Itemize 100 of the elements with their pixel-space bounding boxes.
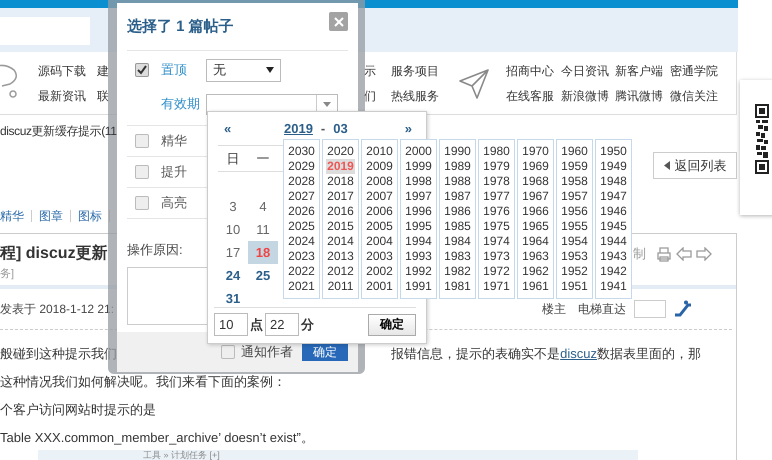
nav-link[interactable]: 招商中心 xyxy=(506,59,561,84)
year-option[interactable]: 1954 xyxy=(560,234,589,249)
year-option[interactable]: 2029 xyxy=(287,159,316,174)
year-option[interactable]: 2013 xyxy=(326,249,355,264)
year-option[interactable]: 1967 xyxy=(521,189,550,204)
year-option[interactable]: 2016 xyxy=(326,204,355,219)
post-filter-link[interactable]: 精华 xyxy=(0,208,31,224)
year-option[interactable]: 1948 xyxy=(599,174,628,189)
nav-link[interactable]: 热线服务 xyxy=(391,84,458,109)
previous-month-link[interactable]: « xyxy=(224,121,284,136)
year-option[interactable]: 2009 xyxy=(365,159,394,174)
checkbox[interactable] xyxy=(135,165,149,179)
checkbox[interactable] xyxy=(135,134,149,148)
year-option[interactable]: 1981 xyxy=(443,279,472,294)
confirm-time-button[interactable]: 确定 xyxy=(368,314,416,336)
year-option[interactable]: 2004 xyxy=(365,234,394,249)
hour-field[interactable]: 10 xyxy=(214,313,248,336)
nav-link[interactable]: 密通学院 xyxy=(670,59,725,84)
nav-link[interactable]: 服务项目 xyxy=(391,59,458,84)
year-option[interactable]: 1941 xyxy=(599,279,628,294)
year-option[interactable]: 2014 xyxy=(326,234,355,249)
year-option[interactable]: 1992 xyxy=(404,264,433,279)
year-option[interactable]: 2011 xyxy=(326,279,354,294)
nav-link[interactable]: 示 xyxy=(364,59,391,84)
year-option[interactable]: 1986 xyxy=(443,204,472,219)
year-option[interactable]: 2007 xyxy=(365,189,394,204)
year-option[interactable]: 1968 xyxy=(521,174,550,189)
year-option[interactable]: 1956 xyxy=(560,204,589,219)
year-option[interactable]: 1973 xyxy=(482,249,511,264)
search-field[interactable] xyxy=(0,17,90,45)
year-option[interactable]: 1950 xyxy=(599,144,628,159)
year-option[interactable]: 1983 xyxy=(443,249,472,264)
year-option[interactable]: 2002 xyxy=(365,264,394,279)
year-option[interactable]: 1979 xyxy=(482,159,511,174)
year-option[interactable]: 1999 xyxy=(404,159,433,174)
nav-link[interactable]: 最新资讯 xyxy=(38,84,97,109)
year-option[interactable]: 1957 xyxy=(560,189,589,204)
calendar-day[interactable]: 17 xyxy=(218,241,248,264)
year-option[interactable]: 2000 xyxy=(404,144,433,159)
year-option[interactable]: 1961 xyxy=(521,279,550,294)
year-option[interactable]: 1966 xyxy=(521,204,550,219)
year-option[interactable]: 1972 xyxy=(482,264,511,279)
calendar-day[interactable]: 31 xyxy=(218,287,248,310)
year-option[interactable]: 1978 xyxy=(482,174,511,189)
year-option[interactable]: 2018 xyxy=(326,174,355,189)
year-option[interactable]: 2021 xyxy=(287,279,316,294)
year-option[interactable]: 1964 xyxy=(521,234,550,249)
year-option[interactable]: 1989 xyxy=(443,159,472,174)
calendar-day[interactable]: 4 xyxy=(248,195,278,218)
year-option[interactable]: 1944 xyxy=(599,234,628,249)
year-option[interactable]: 1955 xyxy=(560,219,589,234)
nav-link[interactable]: 新浪微博 xyxy=(561,84,615,109)
calendar-day[interactable]: 10 xyxy=(218,218,248,241)
escalator-icon[interactable] xyxy=(674,300,692,318)
checkbox[interactable] xyxy=(221,345,235,359)
year-option[interactable]: 2005 xyxy=(365,219,394,234)
sticky-level-select[interactable]: 无 xyxy=(206,58,281,82)
year-option[interactable]: 1984 xyxy=(443,234,472,249)
calendar-day[interactable]: 3 xyxy=(218,195,248,218)
year-option[interactable]: 1980 xyxy=(482,144,511,159)
year-option[interactable]: 1943 xyxy=(599,249,628,264)
year-option[interactable]: 1976 xyxy=(482,204,511,219)
year-option[interactable]: 1947 xyxy=(599,189,628,204)
year-option[interactable]: 1959 xyxy=(560,159,589,174)
year-option[interactable]: 2020 xyxy=(326,144,355,159)
year-option[interactable]: 1969 xyxy=(521,159,550,174)
back-to-list-button[interactable]: 返回列表 xyxy=(653,152,737,179)
year-option[interactable]: 2026 xyxy=(287,204,316,219)
year-option[interactable]: 2003 xyxy=(365,249,394,264)
confirm-button[interactable]: 确定 xyxy=(302,343,348,361)
post-filter-link[interactable]: 图标 xyxy=(78,208,109,224)
year-option[interactable]: 1951 xyxy=(560,279,589,294)
year-option[interactable]: 2001 xyxy=(365,279,394,294)
nav-link[interactable]: 新客户端 xyxy=(615,59,670,84)
nav-link[interactable]: 源码下载 xyxy=(38,59,97,84)
nav-link[interactable]: 腾讯微博 xyxy=(615,84,670,109)
nav-link[interactable]: 们 xyxy=(364,84,391,109)
year-option[interactable]: 1942 xyxy=(599,264,628,279)
calendar-day[interactable]: 25 xyxy=(248,264,278,287)
year-option[interactable]: 1949 xyxy=(599,159,628,174)
year-option[interactable]: 1946 xyxy=(599,204,628,219)
close-button[interactable] xyxy=(329,12,348,31)
year-option[interactable]: 1977 xyxy=(482,189,511,204)
year-option[interactable]: 2012 xyxy=(326,264,355,279)
year-option[interactable]: 1990 xyxy=(443,144,472,159)
year-option[interactable]: 1960 xyxy=(560,144,589,159)
print-icon[interactable] xyxy=(656,246,672,262)
checkbox[interactable] xyxy=(135,63,149,77)
year-option[interactable]: 1987 xyxy=(443,189,472,204)
year-option[interactable]: 1965 xyxy=(521,219,550,234)
year-option[interactable]: 2024 xyxy=(287,234,316,249)
year-option[interactable]: 1963 xyxy=(521,249,550,264)
year-option[interactable]: 1988 xyxy=(443,174,472,189)
minute-field[interactable]: 22 xyxy=(265,313,299,336)
year-option[interactable]: 1985 xyxy=(443,219,472,234)
year-option[interactable]: 1974 xyxy=(482,234,511,249)
year-option[interactable]: 1970 xyxy=(521,144,550,159)
checkbox[interactable] xyxy=(135,196,149,210)
arrow-right-icon[interactable] xyxy=(696,247,712,261)
post-filter-link[interactable]: 图章 xyxy=(39,208,70,224)
